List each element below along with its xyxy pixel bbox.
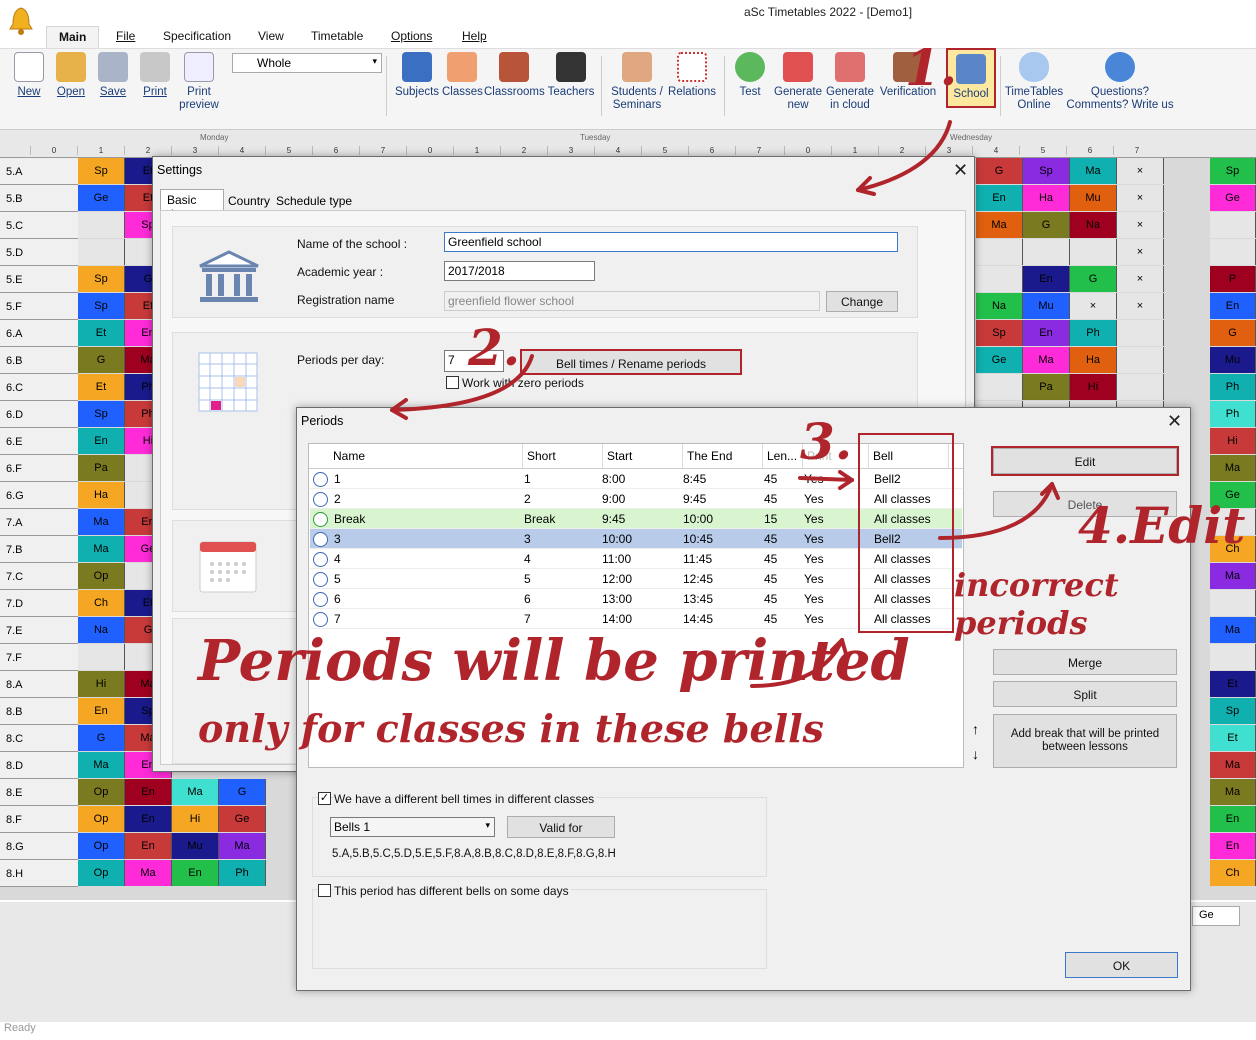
arrow-3 bbox=[798, 476, 854, 482]
step-4-annotation: 4.Edit bbox=[1078, 496, 1246, 555]
step-3-annotation: 3. bbox=[800, 412, 853, 471]
note-line-2: only for classes in these bells bbox=[198, 706, 824, 751]
arrow-4 bbox=[938, 482, 1054, 540]
step-1-annotation: 1. bbox=[905, 38, 958, 97]
arrow-1 bbox=[856, 120, 952, 192]
step-2-annotation: 2. bbox=[468, 318, 521, 377]
annotation-arrows bbox=[390, 120, 1060, 688]
step-4-subtitle: incorrect periods bbox=[954, 566, 1119, 642]
note-line-1: Periods will be printed bbox=[198, 628, 910, 694]
